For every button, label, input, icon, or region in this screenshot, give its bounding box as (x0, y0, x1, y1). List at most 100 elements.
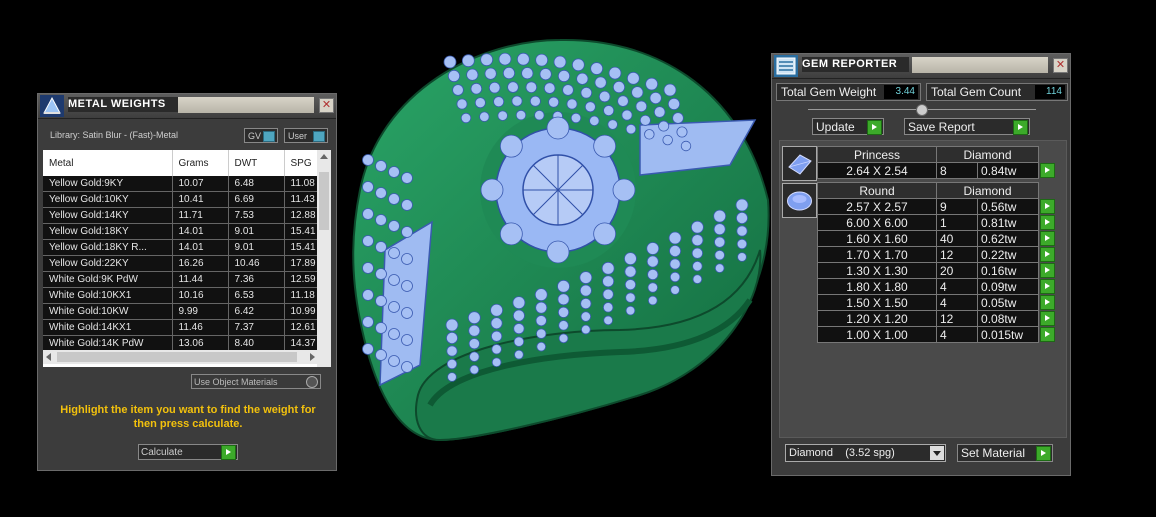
table-row[interactable]: Yellow Gold:14KY 11.71 7.53 12.88 (43, 207, 330, 224)
table-row[interactable]: Yellow Gold:9KY 10.07 6.48 11.08 (43, 176, 330, 192)
horizontal-scrollbar[interactable] (43, 350, 318, 364)
gem-row[interactable]: 1.00 X 1.00 4 0.015tw (817, 326, 1057, 343)
chevron-down-icon[interactable] (930, 446, 944, 460)
pave-stone (557, 293, 570, 306)
play-arrow-icon[interactable] (1036, 446, 1051, 461)
pave-stone (558, 333, 569, 344)
metal-table: Metal Grams DWT SPG Yellow Gold:9KY 10.07 6.4… (43, 150, 331, 367)
save-report-label: Save Report (908, 120, 975, 134)
table-row[interactable]: Yellow Gold:10KY 10.41 6.69 11.43 (43, 191, 330, 208)
pave-stone (602, 275, 615, 288)
gem-row[interactable]: 2.57 X 2.57 9 0.56tw (817, 198, 1057, 215)
pave-stone (647, 268, 659, 281)
close-icon[interactable]: ✕ (319, 98, 334, 113)
gem-size: 6.00 X 6.00 (817, 214, 937, 231)
pave-stone (603, 315, 613, 326)
scroll-thumb[interactable] (57, 352, 297, 362)
play-arrow-icon[interactable] (221, 445, 236, 460)
gem-row[interactable]: 1.80 X 1.80 4 0.09tw (817, 278, 1057, 295)
gem-row[interactable]: 1.60 X 1.60 40 0.62tw (817, 230, 1057, 247)
pave-stone (635, 100, 648, 113)
gem-row[interactable]: 1.70 X 1.70 12 0.22tw (817, 246, 1057, 263)
table-cell: 14.01 (172, 239, 229, 256)
update-button[interactable]: Update (812, 118, 884, 135)
gem-reporter-titlebar[interactable]: GEM REPORTER ✕ (772, 54, 1070, 79)
play-arrow-icon[interactable] (1040, 263, 1055, 279)
scroll-right-icon[interactable] (310, 353, 315, 361)
play-arrow-icon[interactable] (1040, 199, 1055, 215)
gem-row[interactable]: 6.00 X 6.00 1 0.81tw (817, 214, 1057, 231)
gem-size: 1.70 X 1.70 (817, 246, 937, 263)
pave-stone (692, 260, 703, 272)
pave-stone (521, 67, 534, 80)
pave-stone (672, 112, 684, 124)
gem-row[interactable]: 2.64 X 2.54 8 0.84tw (817, 162, 1057, 179)
gem-weight: 0.08tw (977, 310, 1039, 327)
play-arrow-icon[interactable] (1040, 327, 1055, 343)
play-arrow-icon[interactable] (1040, 163, 1055, 179)
table-row[interactable]: Yellow Gold:18KY R... 14.01 9.01 15.41 (43, 239, 330, 256)
separator-slider (808, 104, 1036, 116)
play-arrow-icon[interactable] (1040, 311, 1055, 327)
pave-stone (512, 309, 525, 322)
table-row[interactable]: White Gold:9K PdW 11.44 7.36 12.59 (43, 271, 330, 288)
set-material-button[interactable]: Set Material (957, 444, 1053, 462)
gem-row[interactable]: 1.20 X 1.20 12 0.08tw (817, 310, 1057, 327)
table-cell: Yellow Gold:14KY (43, 207, 173, 224)
pave-stone (647, 282, 658, 293)
column-header[interactable]: Grams (172, 150, 229, 176)
play-arrow-icon[interactable] (1040, 231, 1055, 247)
pave-stone (375, 241, 387, 253)
scroll-left-icon[interactable] (46, 353, 51, 361)
table-row[interactable]: Yellow Gold:18KY 14.01 9.01 15.41 (43, 223, 330, 240)
table-cell: White Gold:9K PdW (43, 271, 173, 288)
gem-row-action (1039, 199, 1057, 215)
gem-size: 1.20 X 1.20 (817, 310, 937, 327)
column-header[interactable]: DWT (228, 150, 285, 176)
gv-toggle[interactable]: GV (244, 128, 278, 143)
pave-stone (602, 302, 614, 313)
gem-count: 8 (935, 162, 979, 179)
table-row[interactable]: White Gold:14KX1 11.46 7.37 12.61 (43, 319, 330, 336)
gem-row[interactable]: 1.50 X 1.50 4 0.05tw (817, 294, 1057, 311)
metal-weights-titlebar[interactable]: METAL WEIGHTS ✕ (38, 94, 336, 119)
pave-stone (474, 97, 486, 109)
table-row[interactable]: White Gold:10KW 9.99 6.42 10.99 (43, 303, 330, 320)
play-arrow-icon[interactable] (867, 120, 882, 135)
table-row[interactable]: White Gold:10KX1 10.16 6.53 11.18 (43, 287, 330, 304)
pave-stone (375, 349, 387, 361)
pave-stone (375, 160, 387, 172)
material-select[interactable]: Diamond (3.52 spg) (785, 444, 946, 462)
pave-stone (621, 109, 633, 121)
table-cell: 11.44 (172, 271, 229, 288)
pave-stone (590, 62, 604, 75)
play-arrow-icon[interactable] (1040, 295, 1055, 311)
gem-row[interactable]: 1.30 X 1.30 20 0.16tw (817, 262, 1057, 279)
play-arrow-icon[interactable] (1040, 279, 1055, 295)
pave-stone (388, 247, 400, 259)
scroll-thumb[interactable] (319, 172, 329, 230)
vertical-scrollbar[interactable] (317, 150, 331, 367)
table-cell: 9.01 (228, 239, 285, 256)
play-arrow-icon[interactable] (1040, 247, 1055, 263)
calculate-button[interactable]: Calculate (138, 444, 238, 460)
slider-knob-icon[interactable] (916, 104, 928, 116)
play-arrow-icon[interactable] (1040, 215, 1055, 231)
column-header[interactable]: Metal (43, 150, 173, 176)
table-row[interactable]: Yellow Gold:22KY 16.26 10.46 17.89 (43, 255, 330, 272)
pave-stone (584, 101, 596, 113)
user-toggle[interactable]: User (284, 128, 328, 143)
use-object-materials-option[interactable]: Use Object Materials (191, 374, 321, 389)
radio-icon[interactable] (306, 376, 318, 388)
play-arrow-icon[interactable] (1013, 120, 1028, 135)
close-icon[interactable]: ✕ (1053, 58, 1068, 73)
save-report-button[interactable]: Save Report (904, 118, 1030, 135)
pave-stone (511, 95, 523, 107)
gem-count: 20 (935, 262, 979, 279)
pave-stone (516, 52, 530, 66)
pave-stone (557, 306, 570, 318)
pave-stone (737, 252, 747, 262)
table-cell: Yellow Gold:22KY (43, 255, 173, 272)
scroll-up-icon[interactable] (320, 154, 328, 159)
gem-count: 40 (935, 230, 979, 247)
